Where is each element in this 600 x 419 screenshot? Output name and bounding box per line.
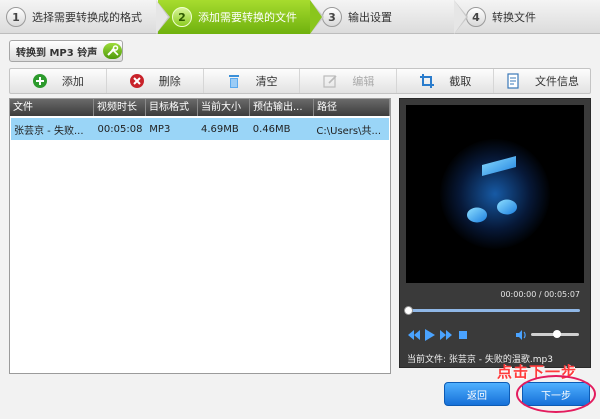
rewind-icon	[408, 330, 420, 340]
file-toolbar: 添加 删除 清空 编辑 截取 文件信息	[9, 68, 591, 94]
volume-handle[interactable]	[553, 330, 561, 338]
file-info-button[interactable]: 文件信息	[494, 69, 590, 93]
column-header-target-format[interactable]: 目标格式	[146, 99, 198, 116]
mode-button-label: 转换到 MP3 铃声	[16, 47, 98, 59]
convert-to-mp3-ringtone-button[interactable]: 转换到 MP3 铃声	[9, 40, 123, 62]
fast-forward-button[interactable]	[440, 329, 452, 341]
edit-icon	[322, 73, 338, 89]
cell-duration: 00:05:08	[97, 123, 143, 135]
delete-icon	[129, 73, 145, 89]
table-row[interactable]: 张芸京 - 失败... 00:05:08 MP3 4.69MB 0.46MB C…	[11, 118, 389, 140]
crop-button[interactable]: 截取	[397, 69, 495, 93]
step-number: 1	[6, 7, 26, 27]
table-header: 文件 视频时长 目标格式 当前大小 预估输出... 路径	[10, 99, 390, 116]
delete-label: 删除	[158, 75, 181, 88]
add-icon	[32, 73, 48, 89]
tools-icon	[103, 43, 122, 59]
step-4-convert[interactable]: 4 转换文件	[466, 0, 586, 34]
edit-button[interactable]: 编辑	[300, 69, 398, 93]
music-note-icon	[467, 156, 517, 223]
document-info-icon	[505, 73, 521, 89]
play-button[interactable]	[424, 329, 436, 341]
clear-button[interactable]: 清空	[204, 69, 301, 93]
step-label: 转换文件	[492, 11, 536, 24]
add-label: 添加	[61, 75, 84, 88]
trash-icon	[226, 73, 242, 89]
step-separator-arrow	[156, 0, 168, 34]
speaker-icon	[516, 330, 526, 340]
clear-label: 清空	[255, 75, 278, 88]
fast-forward-icon	[440, 330, 452, 340]
column-header-duration[interactable]: 视频时长	[94, 99, 146, 116]
preview-player: 00:00:00 / 00:05:07 当前文件: 张芸京 - 失败的温歌.mp…	[399, 98, 591, 368]
seek-bar[interactable]	[406, 309, 580, 312]
seek-handle[interactable]	[404, 306, 413, 315]
preview-screen	[406, 105, 584, 283]
next-button-highlight-ring	[516, 375, 596, 413]
volume-button[interactable]	[515, 329, 527, 341]
edit-label: 编辑	[352, 75, 375, 88]
stop-icon	[459, 331, 467, 339]
step-label: 输出设置	[348, 11, 392, 24]
column-header-estimated-output[interactable]: 预估输出...	[250, 99, 314, 116]
column-header-path[interactable]: 路径	[314, 99, 390, 116]
add-button[interactable]: 添加	[10, 69, 107, 93]
step-number: 3	[322, 7, 342, 27]
step-bar: 1 选择需要转换成的格式 2 添加需要转换的文件 3 输出设置 4 转换文件	[0, 0, 600, 34]
step-label: 选择需要转换成的格式	[32, 11, 142, 24]
stop-button[interactable]	[457, 329, 469, 341]
crop-label: 截取	[449, 75, 472, 88]
step-3-output-settings[interactable]: 3 输出设置	[318, 0, 468, 34]
column-header-file[interactable]: 文件	[10, 99, 94, 116]
cell-file: 张芸京 - 失败...	[14, 125, 84, 137]
delete-button[interactable]: 删除	[107, 69, 204, 93]
crop-icon	[419, 73, 435, 89]
cell-estimated-output: 0.46MB	[252, 123, 291, 135]
cell-current-size: 4.69MB	[201, 123, 239, 135]
file-list-table[interactable]: 文件 视频时长 目标格式 当前大小 预估输出... 路径 张芸京 - 失败...…	[9, 98, 391, 374]
step-1-select-format[interactable]: 1 选择需要转换成的格式	[6, 0, 170, 34]
step-separator-arrow	[310, 0, 322, 34]
play-icon	[425, 329, 435, 341]
step-2-add-files[interactable]: 2 添加需要转换的文件	[158, 0, 324, 34]
cell-target-format: MP3	[149, 123, 171, 135]
step-separator-arrow	[454, 0, 466, 34]
column-header-current-size[interactable]: 当前大小	[198, 99, 250, 116]
step-label: 添加需要转换的文件	[198, 11, 297, 24]
playback-time: 00:00:00 / 00:05:07	[500, 290, 580, 299]
back-button[interactable]: 返回	[444, 382, 510, 406]
file-info-label: 文件信息	[535, 75, 580, 88]
step-number: 2	[172, 7, 192, 27]
step-number: 4	[466, 7, 486, 27]
cell-path: C:\Users\共...	[316, 125, 382, 137]
rewind-button[interactable]	[408, 329, 420, 341]
